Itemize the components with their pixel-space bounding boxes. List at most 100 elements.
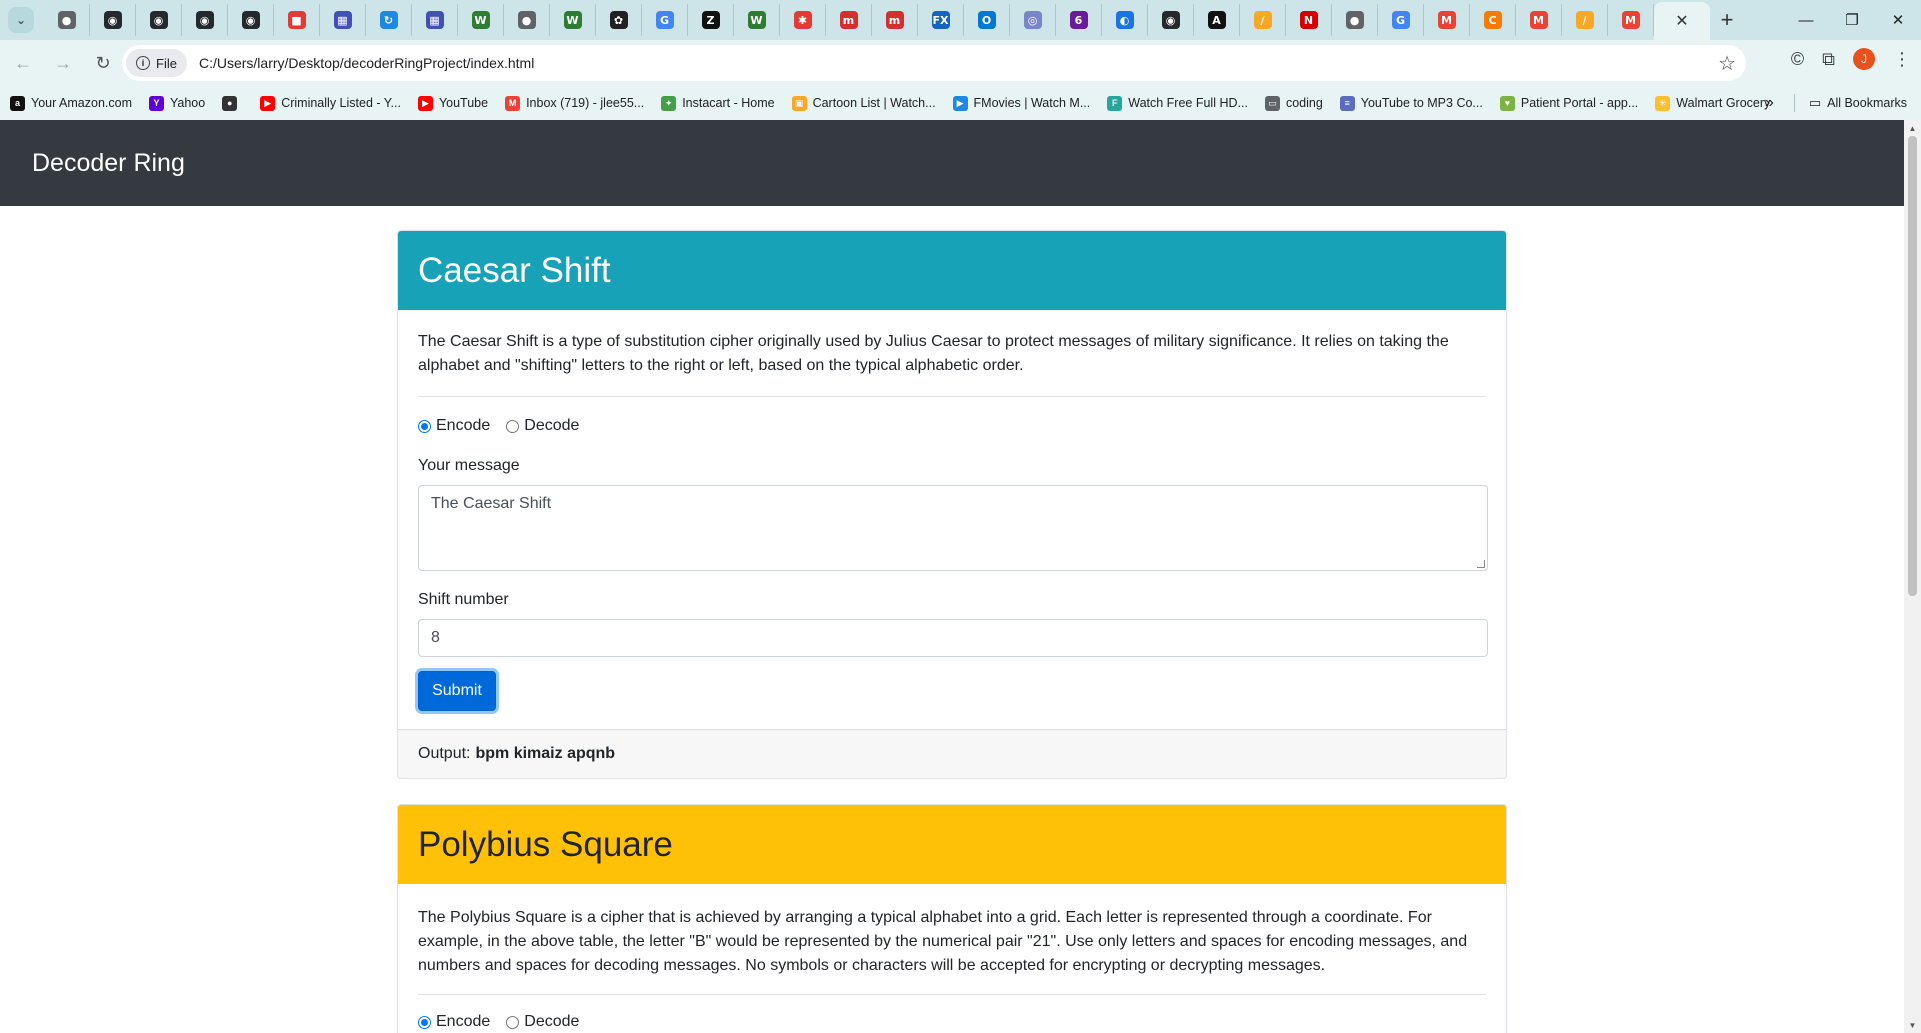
gmail-icon: M <box>505 95 521 111</box>
new-tab-button[interactable]: + <box>1710 7 1744 33</box>
browser-tab[interactable]: ↻ <box>366 4 412 36</box>
radio-checked-icon[interactable] <box>418 1015 431 1029</box>
bookmark-label: FMovies | Watch M... <box>973 96 1091 110</box>
scroll-up-icon[interactable]: ▲ <box>1904 120 1921 136</box>
bookmark-item[interactable]: F Watch Free Full HD... <box>1107 95 1248 111</box>
extensions-puzzle-icon[interactable]: ⧉ <box>1822 49 1835 70</box>
close-window-icon[interactable]: ✕ <box>1875 0 1921 40</box>
bookmark-item[interactable]: ✦ Instacart - Home <box>661 95 775 111</box>
bookmark-item[interactable]: M Inbox (719) - jlee55... <box>505 95 644 111</box>
browser-tab[interactable]: ■ <box>274 4 320 36</box>
polybius-encode-radio[interactable]: Encode <box>418 1013 490 1031</box>
browser-tab[interactable]: ◐ <box>1102 4 1148 36</box>
browser-tab[interactable]: M <box>1516 4 1562 36</box>
browser-tab[interactable]: C <box>1470 4 1516 36</box>
message-value: The Caesar Shift <box>431 495 552 512</box>
bookmark-item[interactable]: ▭ coding <box>1264 95 1323 111</box>
caesar-decode-radio[interactable]: Decode <box>506 417 579 435</box>
browser-tab[interactable]: ◉ <box>228 4 274 36</box>
bookmark-label: YouTube to MP3 Co... <box>1360 96 1483 110</box>
github-icon: ◉ <box>149 11 168 29</box>
profile-avatar[interactable]: J <box>1853 48 1875 70</box>
back-button[interactable]: ← <box>6 46 40 80</box>
bookmark-item[interactable]: ✳ Walmart Grocery <box>1655 95 1770 111</box>
browser-tab[interactable]: ∕ <box>1240 4 1286 36</box>
browser-tab[interactable]: ◉ <box>182 4 228 36</box>
browser-tab[interactable]: ▦ <box>412 4 458 36</box>
browser-tab[interactable]: ◉ <box>90 4 136 36</box>
active-tab[interactable]: ✕ <box>1654 2 1710 40</box>
resize-grip-icon[interactable] <box>1477 560 1485 568</box>
polybius-card-body: The Polybius Square is a cipher that is … <box>398 906 1506 1031</box>
bookmark-label: Patient Portal - app... <box>1520 96 1639 110</box>
radio-unchecked-icon[interactable] <box>506 1015 520 1029</box>
page-scrollbar[interactable]: ▲ ▼ <box>1904 120 1921 1033</box>
scrollbar-thumb[interactable] <box>1908 136 1917 596</box>
all-bookmarks-button[interactable]: All Bookmarks <box>1827 96 1907 110</box>
divider <box>418 396 1486 397</box>
film-icon: F <box>1107 95 1123 111</box>
browser-tab[interactable]: ✿ <box>596 4 642 36</box>
message-textarea[interactable]: The Caesar Shift <box>418 485 1488 571</box>
bookmark-item[interactable]: ▶ FMovies | Watch M... <box>952 95 1091 111</box>
radio-unchecked-icon[interactable] <box>506 419 520 433</box>
navbar-brand[interactable]: Decoder Ring <box>32 149 185 178</box>
n-icon: N <box>1299 11 1318 29</box>
url-text[interactable]: C:/Users/larry/Desktop/decoderRingProjec… <box>199 55 534 71</box>
scroll-down-icon[interactable]: ▼ <box>1904 1017 1921 1033</box>
browser-tab[interactable]: ◎ <box>1010 4 1056 36</box>
a-icon: A <box>1207 11 1226 29</box>
address-bar[interactable]: i File C:/Users/larry/Desktop/decoderRin… <box>122 45 1746 81</box>
browser-tab[interactable]: A <box>1194 4 1240 36</box>
browser-tab[interactable]: ▦ <box>320 4 366 36</box>
browser-tab[interactable]: ◉ <box>1148 4 1194 36</box>
browser-tab[interactable]: ● <box>1332 4 1378 36</box>
submit-button[interactable]: Submit <box>418 671 496 711</box>
caesar-encode-radio[interactable]: Encode <box>418 417 490 435</box>
browser-tab[interactable]: m <box>826 4 872 36</box>
browser-tab[interactable]: Z <box>688 4 734 36</box>
restore-icon[interactable]: ❐ <box>1829 0 1875 40</box>
browser-tab[interactable]: G <box>642 4 688 36</box>
browser-tab[interactable]: ● <box>44 4 90 36</box>
bookmark-item[interactable]: a Your Amazon.com <box>10 95 132 111</box>
browser-tab[interactable]: W <box>458 4 504 36</box>
browser-tab[interactable]: W <box>550 4 596 36</box>
chevron-double-right-icon[interactable]: » <box>1765 94 1774 112</box>
caesar-decode-label: Decode <box>524 417 580 434</box>
bookmark-star-icon[interactable]: ☆ <box>1718 51 1736 76</box>
browser-tab[interactable]: G <box>1378 4 1424 36</box>
reload-button[interactable]: ↻ <box>86 46 120 80</box>
browser-tab[interactable]: N <box>1286 4 1332 36</box>
close-tab-icon[interactable]: ✕ <box>1675 11 1688 31</box>
extension-c-icon[interactable]: © <box>1791 49 1804 70</box>
browser-tab[interactable]: ● <box>504 4 550 36</box>
menu-kebab-icon[interactable]: ⋮ <box>1893 49 1911 70</box>
browser-tab[interactable]: 6 <box>1056 4 1102 36</box>
bookmark-item[interactable]: ≡ YouTube to MP3 Co... <box>1339 95 1483 111</box>
radio-checked-icon[interactable] <box>418 419 431 433</box>
shift-number-input[interactable]: 8 <box>418 619 1488 657</box>
browser-tab[interactable]: m <box>872 4 918 36</box>
minimize-icon[interactable]: — <box>1783 0 1829 40</box>
browser-tab[interactable]: O <box>964 4 1010 36</box>
bookmark-item[interactable]: Y Yahoo <box>148 95 205 111</box>
polybius-decode-radio[interactable]: Decode <box>506 1013 579 1031</box>
bookmark-item[interactable]: ▶ Criminally Listed - Y... <box>260 95 401 111</box>
browser-tab[interactable]: ✱ <box>780 4 826 36</box>
bookmark-item[interactable]: ♥ Patient Portal - app... <box>1499 95 1639 111</box>
forward-button[interactable]: → <box>46 46 80 80</box>
bookmark-item[interactable]: ▣ Cartoon List | Watch... <box>791 95 936 111</box>
tab-search-button[interactable]: ⌄ <box>8 7 34 33</box>
browser-tab[interactable]: FX <box>918 4 964 36</box>
folder-icon: ▭ <box>1808 95 1822 110</box>
browser-tab[interactable]: M <box>1608 4 1654 36</box>
browser-tab[interactable]: ∕ <box>1562 4 1608 36</box>
bookmark-item[interactable]: ▶ YouTube <box>417 95 488 111</box>
browser-tab[interactable]: ◉ <box>136 4 182 36</box>
c-icon: C <box>1483 11 1502 29</box>
bookmark-item[interactable]: ● <box>222 95 243 111</box>
browser-tab[interactable]: W <box>734 4 780 36</box>
browser-tab[interactable]: M <box>1424 4 1470 36</box>
site-info-chip[interactable]: i File <box>126 49 187 77</box>
